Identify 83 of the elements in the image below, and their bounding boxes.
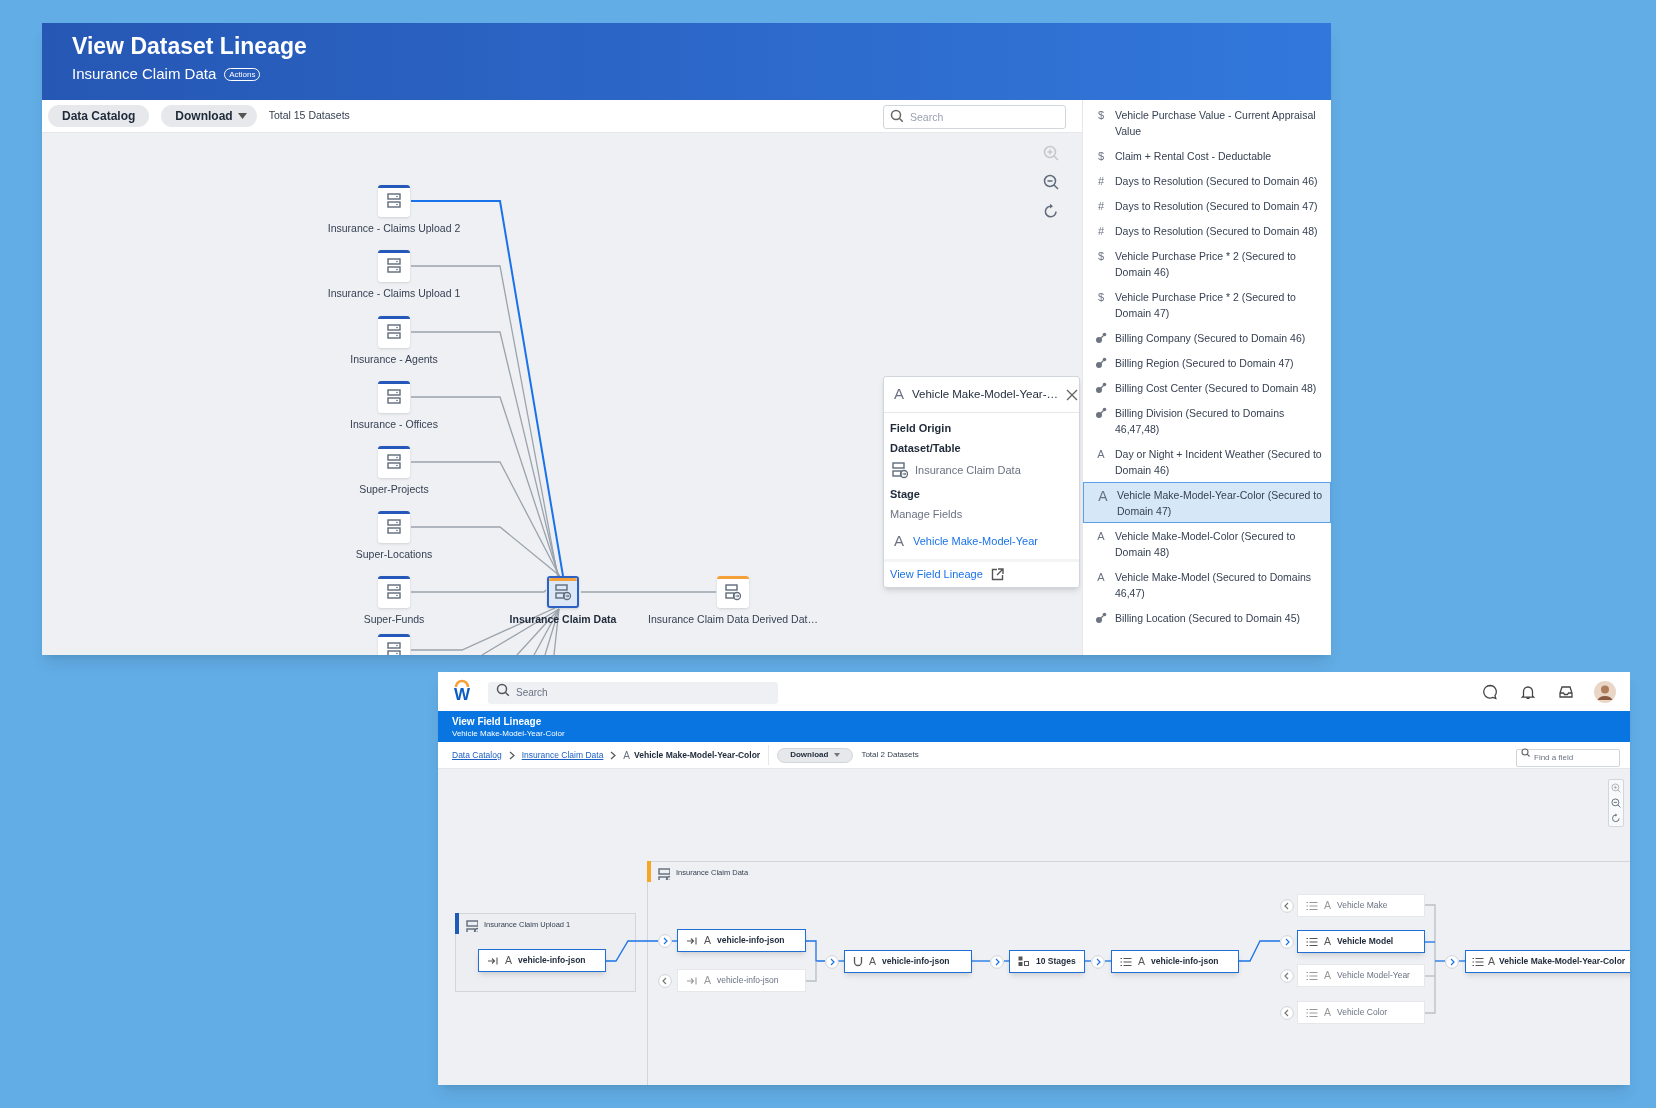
field-list-item[interactable]: Billing Region (Secured to Domain 47) <box>1083 350 1331 375</box>
view-field-lineage-link[interactable]: View Field Lineage <box>890 565 983 583</box>
text-type-icon: A <box>704 932 711 949</box>
field-list-item[interactable]: Billing Location (Secured to Domain 45) <box>1083 605 1331 630</box>
download-button[interactable]: Download <box>161 105 257 127</box>
node-label: Super-Locations <box>354 547 434 561</box>
node-label: Super-Funds <box>362 612 426 626</box>
field-list-item[interactable]: A Day or Night + Incident Weather (Secured to Domain 46) <box>1083 441 1331 482</box>
page-title: View Dataset Lineage <box>72 32 308 61</box>
lineage-node[interactable]: A Vehicle Color <box>1297 1001 1425 1024</box>
lineage-node[interactable]: A Vehicle Model <box>1297 930 1425 953</box>
number-icon: # <box>1097 199 1105 213</box>
dataset-name: Insurance Claim Data <box>915 462 1021 478</box>
node-label: Insurance - Claims Upload 1 <box>326 286 462 300</box>
lineage-node[interactable]: A vehicle-info-json <box>478 949 606 972</box>
text-type-icon: A <box>894 383 904 406</box>
text-type-icon: A <box>623 747 631 763</box>
text-type-icon: A <box>1097 529 1105 543</box>
text-type-icon: A <box>1324 1004 1331 1021</box>
text-type-icon: A <box>1324 897 1331 914</box>
number-icon: # <box>1097 174 1105 188</box>
text-type-icon: A <box>1097 570 1105 584</box>
text-type-icon: A <box>890 530 904 553</box>
text-type-icon: A <box>1324 967 1331 984</box>
field-list-item[interactable]: A Vehicle Make-Model-Color (Secured to Domain 48) <box>1083 523 1331 564</box>
breadcrumb-link[interactable]: Data Catalog <box>452 748 502 762</box>
stage-name: Manage Fields <box>890 507 964 522</box>
section-heading: Field Origin <box>890 421 953 436</box>
field-label: Stage <box>890 487 921 502</box>
page-subtitle: Insurance Claim Data <box>72 64 217 84</box>
node-label: Insurance - Claims Upload 2 <box>326 221 462 235</box>
lineage-node[interactable]: 10 Stages <box>1009 950 1085 973</box>
field-list-item[interactable]: # Days to Resolution (Secured to Domain 48) <box>1083 218 1331 243</box>
lineage-node[interactable]: A Vehicle Model-Year <box>1297 964 1425 987</box>
number-icon: # <box>1097 224 1105 238</box>
text-type-icon: A <box>1324 933 1331 950</box>
field-list-item[interactable]: # Days to Resolution (Secured to Domain 47) <box>1083 193 1331 218</box>
field-list-item[interactable]: $ Vehicle Purchase Value - Current Appraisal Value <box>1083 102 1331 143</box>
lineage-node[interactable]: A Vehicle Make <box>1297 894 1425 917</box>
field-list-item[interactable]: # Days to Resolution (Secured to Domain 46) <box>1083 168 1331 193</box>
text-type-icon: A <box>1097 447 1105 461</box>
popup-title: Vehicle Make-Model-Year-… <box>912 386 1058 402</box>
lineage-node[interactable]: A vehicle-info-json <box>1111 950 1239 973</box>
field-list-item[interactable]: A Vehicle Make-Model-Year-Color (Secured to Domain 47) <box>1083 482 1331 523</box>
currency-icon: $ <box>1097 290 1105 304</box>
data-catalog-button[interactable]: Data Catalog <box>48 105 150 127</box>
node-label: Insurance Claim Data Derived Dat… <box>647 612 819 626</box>
search-field[interactable]: Search <box>883 104 1066 129</box>
field-list-item[interactable]: $ Vehicle Purchase Price * 2 (Secured to Domain 46) <box>1083 243 1331 284</box>
text-type-icon: A <box>704 972 711 989</box>
field-label: Dataset/Table <box>890 441 962 456</box>
currency-icon: $ <box>1097 108 1105 122</box>
text-type-icon: A <box>869 953 876 970</box>
app-logo[interactable]: W <box>452 678 472 705</box>
currency-icon: $ <box>1097 149 1105 163</box>
text-type-icon: A <box>1138 953 1145 970</box>
find-field-input[interactable]: Find a field <box>1516 748 1620 767</box>
dataset-count: Total 2 Datasets <box>861 749 919 761</box>
node-label: Insurance - Offices <box>349 417 439 431</box>
field-link[interactable]: Vehicle Make-Model-Year <box>913 533 1038 550</box>
text-type-icon: A <box>1488 953 1495 970</box>
text-type-icon: A <box>505 952 512 969</box>
download-button[interactable]: Download <box>777 747 854 763</box>
field-list-item[interactable]: $ Vehicle Purchase Price * 2 (Secured to Domain 47) <box>1083 284 1331 325</box>
field-list-item[interactable]: A Vehicle Make-Model (Secured to Domains 46,47) <box>1083 564 1331 605</box>
page-subtitle: Vehicle Make-Model-Year-Color <box>452 727 566 739</box>
breadcrumb-link[interactable]: Insurance Claim Data <box>521 748 604 762</box>
breadcrumb-current: Vehicle Make-Model-Year-Color <box>634 748 761 762</box>
node-label: Super-Projects <box>358 482 430 496</box>
node-label: Insurance - Agents <box>349 352 439 366</box>
field-list-item[interactable]: Billing Company (Secured to Domain 46) <box>1083 325 1331 350</box>
currency-icon: $ <box>1097 249 1105 263</box>
page-title: View Field Lineage <box>452 714 543 728</box>
field-list-item[interactable]: Billing Division (Secured to Domains 46,47,48) <box>1083 400 1331 441</box>
lineage-node[interactable]: A vehicle-info-json <box>677 929 806 952</box>
lineage-node[interactable]: A Vehicle Make-Model-Year-Color <box>1465 950 1630 973</box>
field-list-item[interactable]: Billing Cost Center (Secured to Domain 48) <box>1083 375 1331 400</box>
lineage-node[interactable]: A vehicle-info-json <box>677 969 806 992</box>
lineage-node[interactable]: A vehicle-info-json <box>844 950 972 973</box>
text-type-icon: A <box>1098 488 1108 503</box>
field-list-item[interactable]: $ Claim + Rental Cost - Deductable <box>1083 143 1331 168</box>
search-field[interactable]: Search <box>488 681 778 704</box>
dataset-count: Total 15 Datasets <box>268 108 350 124</box>
